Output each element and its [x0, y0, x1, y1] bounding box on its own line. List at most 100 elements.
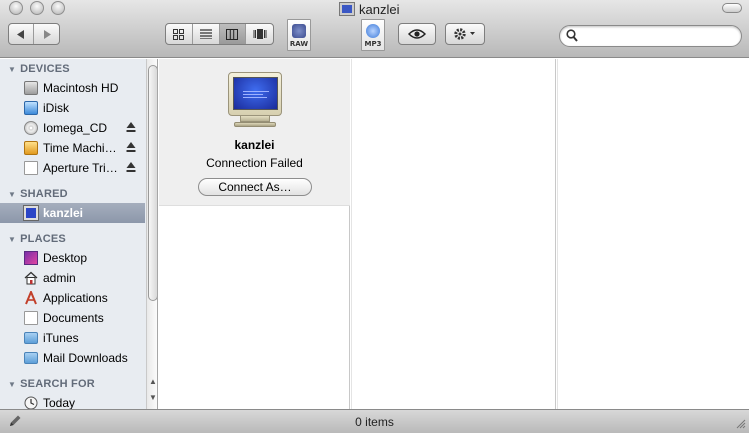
scrollbar-thumb[interactable]	[148, 65, 157, 301]
sidebar-item-macintosh-hd[interactable]: Macintosh HD	[0, 78, 145, 98]
back-forward-control	[8, 23, 60, 45]
clock-icon	[24, 396, 38, 409]
window-title-text: kanzlei	[359, 1, 400, 17]
monitor-icon	[340, 3, 354, 15]
sidebar-scrollbar[interactable]: ▲ ▼	[146, 59, 157, 409]
action-menu-button[interactable]	[445, 23, 485, 45]
column-view-button[interactable]	[219, 24, 247, 44]
devices-header-label: DEVICES	[20, 63, 70, 75]
sidebar-item-documents[interactable]: Documents	[0, 308, 145, 328]
back-arrow-icon	[17, 29, 24, 39]
applications-icon	[25, 291, 37, 305]
sidebar-item-mail-downloads[interactable]: Mail Downloads	[0, 348, 145, 368]
sidebar-item-iomega-cd[interactable]: Iomega_CD	[0, 118, 145, 138]
sidebar-item-label: Macintosh HD	[43, 81, 119, 95]
forward-button[interactable]	[34, 24, 59, 44]
sidebar-item-desktop[interactable]: Desktop	[0, 248, 145, 268]
sidebar-item-idisk[interactable]: iDisk	[0, 98, 145, 118]
raw-file-icon[interactable]: RAW	[287, 19, 311, 51]
window-title: kanzlei	[340, 1, 399, 17]
minimize-window-button[interactable]	[30, 1, 44, 15]
sidebar-item-label: Mail Downloads	[43, 351, 128, 365]
scroll-up-arrow-icon[interactable]: ▲	[149, 377, 157, 386]
server-name: kanzlei	[234, 138, 275, 152]
zoom-window-button[interactable]	[51, 1, 65, 15]
time-machine-icon	[24, 141, 38, 155]
icon-view-button[interactable]	[166, 24, 193, 44]
connection-status: Connection Failed	[206, 156, 303, 170]
connect-as-button[interactable]: Connect As…	[198, 178, 312, 196]
disclosure-triangle-icon: ▼	[8, 234, 17, 244]
sidebar-item-label: Aperture Tri…	[43, 161, 118, 175]
search-field[interactable]	[559, 25, 742, 47]
sidebar-item-label: Iomega_CD	[43, 121, 108, 135]
scroll-down-arrow-icon[interactable]: ▼	[149, 393, 157, 402]
devices-section-header[interactable]: ▼ DEVICES	[8, 63, 70, 75]
column-view-icon	[226, 28, 239, 40]
mp3-file-icon[interactable]: MP3	[361, 19, 385, 51]
places-section-header[interactable]: ▼ PLACES	[8, 233, 66, 245]
status-bar: 0 items	[0, 409, 749, 433]
monitor-icon	[24, 206, 38, 220]
close-window-button[interactable]	[9, 1, 23, 15]
sidebar-item-aperture-trial[interactable]: Aperture Tri…	[0, 158, 145, 178]
icon-view-icon	[173, 28, 185, 40]
search-for-section-header[interactable]: ▼ SEARCH FOR	[8, 378, 95, 390]
gear-icon	[446, 24, 484, 44]
sidebar-item-label: kanzlei	[43, 206, 84, 220]
server-preview: kanzlei Connection Failed Connect As…	[159, 59, 350, 206]
search-for-header-label: SEARCH FOR	[20, 378, 95, 390]
desktop-icon	[24, 251, 38, 265]
server-monitor-icon	[228, 72, 282, 128]
search-icon	[566, 29, 578, 42]
eject-icon[interactable]	[126, 161, 136, 173]
mp3-file-tag: MP3	[364, 40, 382, 48]
eject-icon[interactable]	[126, 121, 136, 133]
sidebar-item-time-machine[interactable]: Time Machi…	[0, 138, 145, 158]
browser-column-2	[351, 59, 556, 409]
browser-column-1: kanzlei Connection Failed Connect As… ||	[159, 59, 356, 409]
places-header-label: PLACES	[20, 233, 66, 245]
sidebar-item-itunes[interactable]: iTunes	[0, 328, 145, 348]
sidebar-item-admin[interactable]: admin	[0, 268, 145, 288]
disclosure-triangle-icon: ▼	[8, 379, 17, 389]
window-toolbar: kanzlei RAW MP3	[0, 0, 749, 58]
sidebar-item-label: iTunes	[43, 331, 79, 345]
sidebar-item-label: Applications	[43, 291, 108, 305]
documents-icon	[24, 311, 38, 325]
idisk-icon	[24, 101, 38, 115]
sidebar-item-kanzlei[interactable]: kanzlei	[0, 203, 145, 223]
shared-header-label: SHARED	[20, 188, 68, 200]
coverflow-view-button[interactable]	[246, 24, 273, 44]
sidebar-item-today[interactable]: Today	[0, 393, 145, 409]
shared-section-header[interactable]: ▼ SHARED	[8, 188, 68, 200]
sidebar-item-applications[interactable]: Applications	[0, 288, 145, 308]
hard-drive-icon	[24, 81, 38, 95]
toolbar-toggle-button[interactable]	[722, 3, 742, 13]
item-count: 0 items	[355, 415, 394, 429]
raw-file-tag: RAW	[289, 40, 309, 48]
sidebar-item-label: Time Machi…	[43, 141, 117, 155]
quick-look-button[interactable]	[398, 23, 436, 45]
sidebar-item-label: Desktop	[43, 251, 88, 265]
sidebar-item-label: Today	[43, 396, 76, 409]
eject-icon[interactable]	[126, 141, 136, 153]
sidebar-item-label: iDisk	[43, 101, 69, 115]
sidebar-item-label: admin	[43, 271, 76, 285]
forward-arrow-icon	[43, 29, 51, 39]
list-view-button[interactable]	[193, 24, 220, 44]
browser-column-3	[557, 59, 749, 409]
list-view-icon	[199, 29, 212, 39]
search-input[interactable]	[584, 28, 734, 44]
sidebar: ▼ DEVICES Macintosh HD iDisk Iomega_CD T…	[0, 59, 158, 409]
cd-icon	[24, 121, 38, 135]
sidebar-item-label: Documents	[43, 311, 104, 325]
folder-icon	[24, 332, 38, 344]
disclosure-triangle-icon: ▼	[8, 189, 17, 199]
eye-icon	[399, 24, 435, 44]
disclosure-triangle-icon: ▼	[8, 64, 17, 74]
disk-image-icon	[24, 161, 38, 175]
resize-grip-icon[interactable]	[734, 417, 746, 429]
coverflow-view-icon	[253, 29, 267, 39]
back-button[interactable]	[9, 24, 35, 44]
